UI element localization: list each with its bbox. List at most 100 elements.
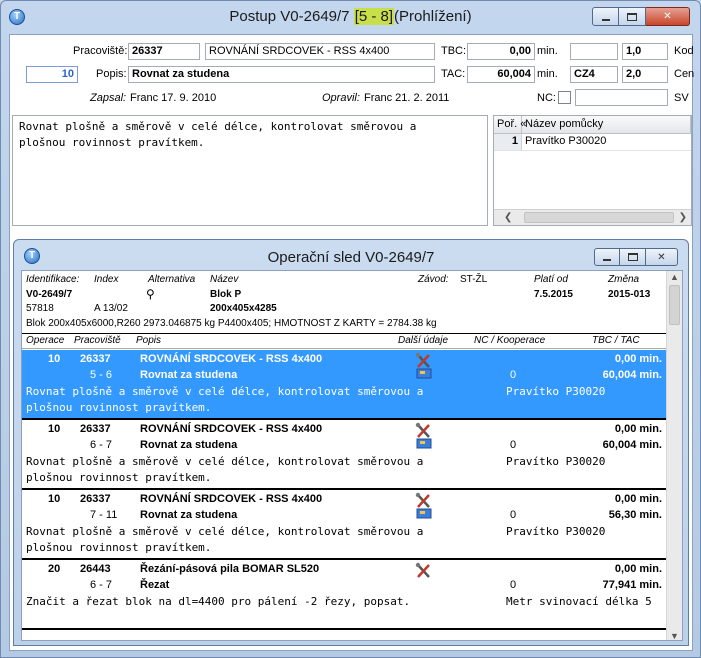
operation-row[interactable]: 20 26443 Řezání-pásová pila BOMAR SL520 6 -… (22, 560, 668, 630)
op-number: 10 (48, 353, 61, 365)
close-button[interactable]: ✕ (646, 7, 690, 26)
caption-buttons: ✕ (592, 7, 690, 27)
col-pracoviste: Pracoviště (74, 335, 121, 346)
tbc-unit: min. (537, 45, 558, 57)
op-code: 26337 (80, 353, 111, 365)
col-nc: NC / Kooperace (474, 335, 546, 346)
pomucky-row-num: 1 (494, 134, 522, 150)
scroll-down-icon[interactable]: ▼ (670, 631, 679, 640)
op-text-line2: plošnou rovinnost pravítkem. (26, 541, 212, 554)
op-text-line1: Značit a řezat blok na dl=4400 pro pálen… (26, 595, 411, 608)
child-maximize-button[interactable] (620, 248, 646, 266)
op-nc: 0 (510, 369, 517, 381)
child-vscroll[interactable]: ▲ ▼ (666, 271, 682, 640)
pomucky-hscroll[interactable]: ❮ ❯ (494, 209, 691, 225)
op-desc: Rovnat za studena (140, 509, 238, 521)
close-icon: ✕ (663, 11, 672, 22)
tbc-extra-field[interactable] (570, 43, 618, 60)
tbc-label: TBC: (441, 45, 467, 57)
op-tac: 60,004 min. (602, 369, 662, 381)
operation-row[interactable]: 10 26337 ROVNÁNÍ SRDCOVEK - RSS 4x400 7 - 1… (22, 490, 668, 560)
maximize-icon (627, 253, 638, 261)
op-tbc: 0,00 min. (614, 493, 662, 505)
child-window-title: Operační sled V0-2649/7 (267, 249, 435, 266)
col-tbctac: TBC / TAC (592, 335, 640, 346)
op-text-line1: Rovnat plošně a směrově v celé délce, ko… (26, 385, 424, 398)
op-nc: 0 (510, 509, 517, 521)
description-memo[interactable]: Rovnat plošně a směrově v celé délce, ko… (12, 115, 488, 226)
minimize-button[interactable] (592, 7, 619, 26)
op-desc: Řezat (140, 579, 170, 591)
pomucky-grid: Poř. « Název pomůcky 1 Pravítko P30020 ❮… (493, 115, 692, 226)
columns-header: Operace Pracoviště Popis Další údaje NC … (22, 333, 668, 349)
pracoviste-code-field[interactable]: 26337 (128, 43, 200, 60)
op-tool: Pravítko P30020 (506, 525, 606, 538)
nc-field[interactable] (575, 89, 668, 106)
tac-extra-field[interactable]: CZ4 (570, 66, 618, 83)
tools-icon[interactable] (414, 492, 434, 520)
maximize-button[interactable] (619, 7, 646, 26)
operation-row[interactable]: 10 26337 ROVNÁNÍ SRDCOVEK - RSS 4x400 6 - 7… (22, 420, 668, 490)
nc-label: NC: (537, 92, 556, 104)
vscroll-thumb[interactable] (669, 285, 680, 325)
op-workplace: Řezání-pásová pila BOMAR SL520 (140, 563, 320, 575)
tbc-field[interactable]: 0,00 (467, 43, 535, 60)
op-text-line1: Rovnat plošně a směrově v celé délce, ko… (26, 455, 424, 468)
child-caption-buttons: ✕ (594, 248, 678, 268)
index-label: Index (94, 274, 119, 285)
minimize-icon (603, 259, 611, 261)
op-desc: Rovnat za studena (140, 439, 238, 451)
zapsal-value: Franc 17. 9. 2010 (130, 92, 217, 104)
rozmer-value: 200x405x4285 (210, 303, 277, 314)
operation-row[interactable]: 10 26337 ROVNÁNÍ SRDCOVEK - RSS 4x400 5 - 6… (22, 350, 668, 420)
op-number: 10 (48, 423, 61, 435)
tbc-coef-field[interactable]: 1,0 (622, 43, 668, 60)
close-icon: ✕ (657, 251, 666, 263)
nazev-value: Blok P (210, 289, 242, 300)
nazev-label: Název (210, 274, 239, 285)
tac-field[interactable]: 60,004 (467, 66, 535, 83)
op-code: 26337 (80, 493, 111, 505)
scroll-right-icon[interactable]: ❯ (679, 212, 687, 223)
op-tac: 60,004 min. (602, 439, 662, 451)
main-window: T Postup V0-2649/7 [5 - 8](Prohlížení) ✕… (0, 0, 701, 658)
op-tbc: 0,00 min. (614, 563, 662, 575)
op-number-field[interactable]: 10 (26, 66, 78, 83)
plati-label: Platí od (534, 274, 568, 285)
pomucky-header: Poř. « Název pomůcky (494, 116, 691, 134)
op-text-line2: plošnou rovinnost pravítkem. (26, 471, 212, 484)
op-tac: 56,30 min. (608, 509, 662, 521)
pomucky-row[interactable]: 1 Pravítko P30020 (494, 134, 691, 151)
scroll-up-icon[interactable]: ▲ (670, 272, 679, 282)
title-range: [5 - 8] (353, 8, 395, 25)
col-por-header[interactable]: Poř. « (494, 116, 526, 133)
scroll-thumb[interactable] (524, 212, 674, 223)
op-number: 10 (48, 493, 61, 505)
nc-checkbox[interactable] (558, 91, 571, 104)
maximize-icon (627, 12, 637, 21)
child-close-button[interactable]: ✕ (646, 248, 678, 266)
tools-icon[interactable] (414, 352, 434, 380)
tac-coef-field[interactable]: 2,0 (622, 66, 668, 83)
kod-label: Kod (674, 45, 694, 57)
col-dalsi: Další údaje (398, 335, 449, 346)
tools-icon[interactable] (414, 422, 434, 450)
tools-icon[interactable] (414, 562, 434, 590)
opravil-value: Franc 21. 2. 2011 (364, 92, 450, 104)
tac-unit: min. (537, 68, 558, 80)
op-code: 26337 (80, 423, 111, 435)
op-workplace: ROVNÁNÍ SRDCOVEK - RSS 4x400 (140, 493, 323, 505)
popis-field[interactable]: Rovnat za studena (128, 66, 435, 83)
pracoviste-name-field[interactable]: ROVNÁNÍ SRDCOVEK - RSS 4x400 (205, 43, 435, 60)
popis-label: Popis: (96, 68, 127, 80)
zapsal-label: Zapsal: (90, 92, 127, 104)
child-minimize-button[interactable] (594, 248, 620, 266)
scroll-left-icon[interactable]: ❮ (504, 212, 512, 223)
pracoviste-label: Pracoviště: (73, 45, 128, 57)
col-name-header[interactable]: Název pomůcky (522, 116, 691, 133)
paperclip-icon[interactable]: ⚲ (146, 287, 155, 301)
minimize-icon (601, 18, 610, 21)
op-tool: Pravítko P30020 (506, 455, 606, 468)
zmena-value: 2015-013 (608, 289, 651, 300)
title-bar[interactable]: T Postup V0-2649/7 [5 - 8](Prohlížení) ✕ (1, 1, 700, 33)
